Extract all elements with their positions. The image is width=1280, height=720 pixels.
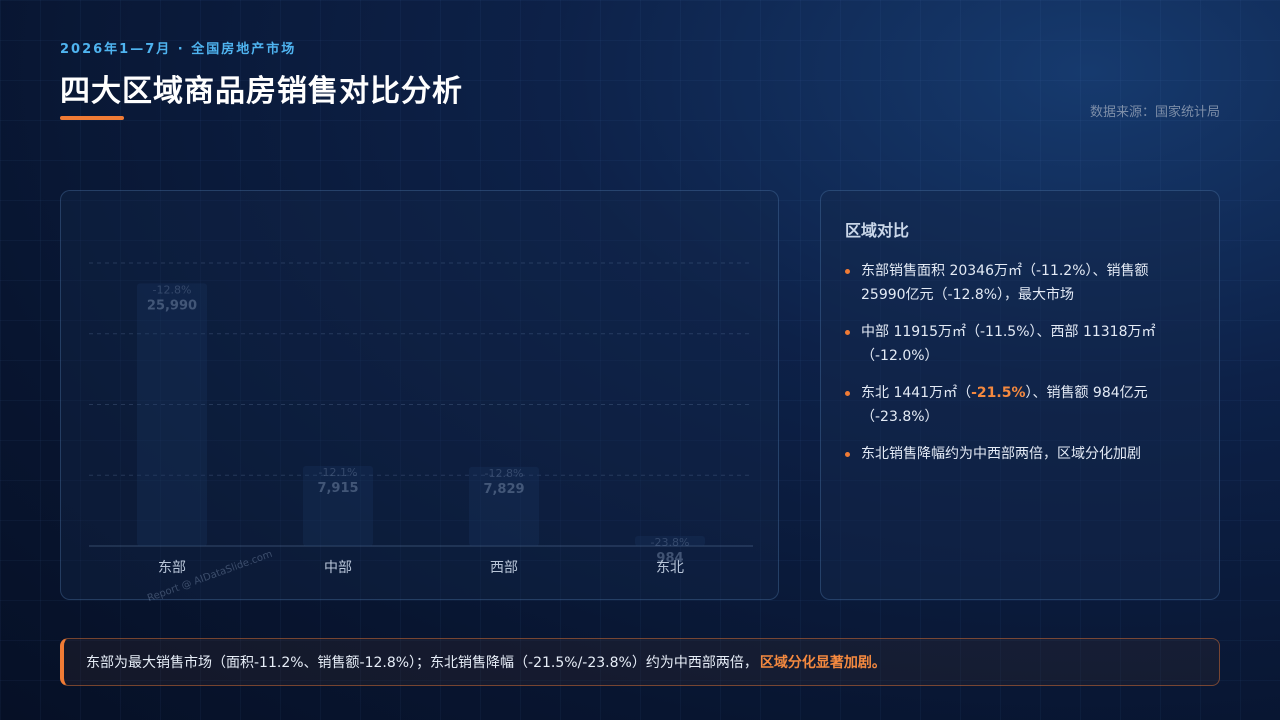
- bullet-dot-icon: [845, 391, 850, 396]
- bar-change-label: -12.8%: [485, 467, 524, 480]
- bullet-item: 中部 11915万㎡（-11.5%）、西部 11318万㎡（-12.0%）: [845, 320, 1195, 368]
- bullet-dot-icon: [845, 330, 850, 335]
- chart-panel: 25,990 -12.8% 东部 7,915 -12.1% 中部 7,829 -12.8% 西部…: [60, 190, 779, 600]
- bullet-item: 东北 1441万㎡（-21.5%）、销售额 984亿元（-23.8%）: [845, 381, 1195, 429]
- bar: [137, 283, 207, 546]
- side-heading: 区域对比: [845, 221, 910, 240]
- bar-value-label: 7,829: [483, 482, 524, 497]
- bar-value-label: 25,990: [147, 298, 197, 313]
- conclusion-bar: 东部为最大销售市场（面积-11.2%、销售额-12.8%）；东北销售降幅（-21…: [60, 638, 1220, 686]
- bullet-item: 东部销售面积 20346万㎡（-11.2%）、销售额 25990亿元（-12.8…: [845, 259, 1195, 307]
- bullet-item: 东北销售降幅约为中西部两倍，区域分化加剧: [845, 442, 1195, 466]
- conclusion-text: 东部为最大销售市场（面积-11.2%、销售额-12.8%）；东北销售降幅（-21…: [86, 655, 758, 671]
- bar-chart: 25,990 -12.8% 东部 7,915 -12.1% 中部 7,829 -12.8% 西部…: [89, 262, 753, 576]
- bullet-text: 中部 11915万㎡（-11.5%）、西部 11318万㎡（-12.0%）: [861, 324, 1156, 364]
- page-title: 四大区域商品房销售对比分析: [60, 74, 463, 109]
- bar-change-label: -23.8%: [651, 536, 690, 549]
- bullet-text: 东北销售降幅约为中西部两倍，区域分化加剧: [861, 446, 1141, 462]
- bar-change-label: -12.8%: [153, 283, 192, 296]
- bar-change-label: -12.1%: [319, 466, 358, 479]
- x-tick-label: 东部: [158, 560, 186, 576]
- x-tick-label: 西部: [490, 560, 518, 576]
- bullet-list: 东部销售面积 20346万㎡（-11.2%）、销售额 25990亿元（-12.8…: [845, 259, 1195, 466]
- x-tick-label: 东北: [656, 560, 684, 576]
- side-panel: 区域对比 东部销售面积 20346万㎡（-11.2%）、销售额 25990亿元（…: [820, 190, 1220, 600]
- conclusion-highlight: 区域分化显著加剧。: [759, 655, 886, 671]
- bullet-dot-icon: [845, 269, 850, 274]
- bullet-dot-icon: [845, 452, 850, 457]
- bullet-text: 东部销售面积 20346万㎡（-11.2%）、销售额 25990亿元（-12.8…: [861, 263, 1149, 303]
- page-subtitle: 2026年1—7月 · 全国房地产市场: [60, 42, 297, 57]
- x-tick-label: 中部: [324, 560, 352, 576]
- bar-value-label: 7,915: [317, 481, 358, 496]
- bullet-text-pre: 东北 1441万㎡（: [861, 385, 972, 401]
- data-source: 数据来源：国家统计局: [1089, 105, 1220, 120]
- bullet-highlight: -21.5%: [971, 385, 1026, 401]
- title-underline: [60, 116, 124, 120]
